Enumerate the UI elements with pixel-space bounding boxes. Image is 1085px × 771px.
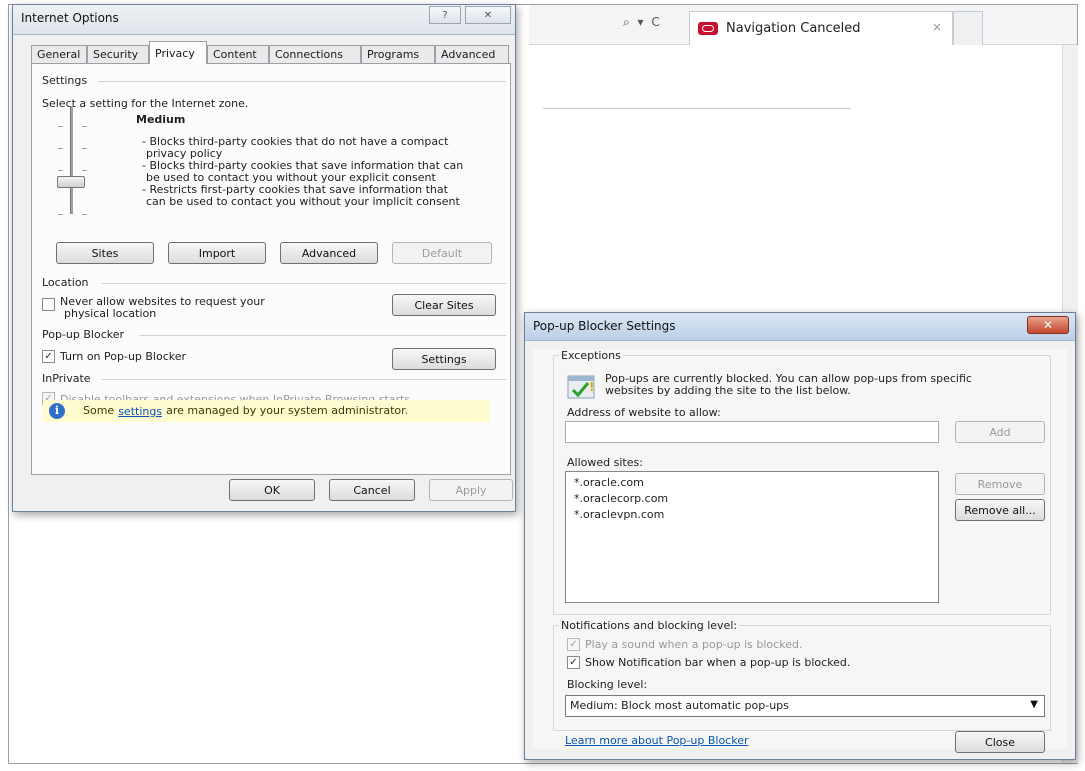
remove-button[interactable]: Remove (955, 473, 1045, 495)
tab-close-icon[interactable]: × (932, 20, 942, 34)
browser-tab[interactable]: Navigation Canceled × (689, 11, 953, 45)
location-divider (102, 283, 506, 284)
page-divider (543, 108, 851, 109)
privacy-slider-thumb[interactable] (57, 176, 85, 188)
tab-connections[interactable]: Connections (269, 45, 361, 63)
blocking-level-value: Medium: Block most automatic pop-ups (570, 699, 789, 712)
import-button[interactable]: Import (168, 242, 266, 264)
popup-blocker-checkbox[interactable]: ✓ (42, 350, 55, 363)
location-section-label: Location (42, 276, 89, 289)
chevron-down-icon: ▼ (1030, 699, 1038, 710)
privacy-level-name: Medium (136, 113, 186, 126)
tab-security[interactable]: Security (87, 45, 149, 63)
blocking-level-select[interactable]: Medium: Block most automatic pop-ups ▼ (565, 695, 1045, 717)
tab-privacy[interactable]: Privacy (149, 41, 207, 64)
close-icon[interactable]: ✕ (1027, 316, 1069, 334)
settings-link[interactable]: settings (118, 405, 162, 418)
slider-tick (58, 126, 63, 127)
allowed-sites-label: Allowed sites: (567, 456, 643, 469)
list-item[interactable]: *.oraclevpn.com (574, 508, 664, 521)
privacy-slider-track[interactable] (70, 106, 73, 214)
notifications-section-label: Notifications and blocking level: (559, 619, 740, 632)
tab-content[interactable]: Content (207, 45, 269, 63)
inprivate-section-label: InPrivate (42, 372, 91, 385)
address-label: Address of website to allow: (567, 406, 721, 419)
tab-advanced[interactable]: Advanced (435, 45, 509, 63)
show-notification-bar-label: Show Notification bar when a pop-up is b… (585, 656, 851, 669)
popup-blocker-dialog: Pop-up Blocker Settings ✕ Exceptions ! P… (524, 312, 1076, 760)
clear-sites-button[interactable]: Clear Sites (392, 294, 496, 316)
internet-options-titlebar[interactable]: Internet Options ? ✕ (13, 5, 515, 35)
slider-tick (82, 214, 87, 215)
internet-options-dialog: Internet Options ? ✕ General Security Pr… (12, 4, 516, 512)
info-text-suffix: are managed by your system administrator… (166, 404, 409, 417)
new-tab-button[interactable] (953, 11, 983, 45)
inprivate-divider (102, 379, 506, 380)
website-address-input[interactable] (565, 421, 939, 443)
slider-tick (82, 126, 87, 127)
remove-all-button[interactable]: Remove all... (955, 499, 1045, 521)
shield-warning-icon: ! (567, 375, 595, 399)
popup-blocker-checkbox-label: Turn on Pop-up Blocker (60, 350, 187, 363)
popup-blocker-titlebar[interactable]: Pop-up Blocker Settings ✕ (525, 313, 1075, 341)
allowed-sites-list[interactable]: *.oracle.com *.oraclecorp.com *.oraclevp… (565, 471, 939, 603)
ok-button[interactable]: OK (229, 479, 315, 501)
info-text-prefix: Some (83, 404, 115, 417)
play-sound-label: Play a sound when a pop-up is blocked. (585, 638, 803, 651)
advanced-button[interactable]: Advanced (280, 242, 378, 264)
help-button[interactable]: ? (429, 6, 461, 24)
learn-more-link[interactable]: Learn more about Pop-up Blocker (565, 735, 749, 747)
settings-section-label: Settings (42, 74, 88, 87)
slider-tick (82, 148, 87, 149)
play-sound-checkbox[interactable]: ✓ (567, 638, 580, 651)
oracle-favicon-icon (698, 22, 718, 35)
location-checkbox[interactable] (42, 298, 55, 311)
slider-tick (58, 170, 63, 171)
popup-divider (140, 335, 506, 336)
dialog-title: Internet Options (21, 11, 119, 25)
slider-tick (58, 148, 63, 149)
blocking-level-label: Blocking level: (567, 678, 648, 691)
popup-blocker-content: Exceptions ! Pop-ups are currently block… (533, 349, 1067, 749)
info-icon: i (49, 403, 65, 419)
list-item[interactable]: *.oraclecorp.com (574, 492, 668, 505)
show-notification-bar-checkbox[interactable]: ✓ (567, 656, 580, 669)
exceptions-description: websites by adding the site to the list … (605, 384, 851, 397)
browser-toolbar: ⌕ ▾ C Navigation Canceled × (529, 5, 1077, 45)
close-button[interactable]: Close (955, 731, 1045, 753)
privacy-level-line: can be used to contact you without your … (146, 195, 460, 208)
slider-tick (82, 170, 87, 171)
popup-settings-button[interactable]: Settings (392, 348, 496, 370)
tab-title: Navigation Canceled (726, 21, 861, 36)
location-checkbox-label: physical location (64, 307, 157, 320)
popup-dialog-title: Pop-up Blocker Settings (533, 319, 676, 333)
slider-tick (58, 214, 63, 215)
exceptions-section-label: Exceptions (559, 349, 623, 362)
admin-info-bar: i Some settings are managed by your syst… (43, 400, 490, 422)
tab-programs[interactable]: Programs (361, 45, 435, 63)
cancel-button[interactable]: Cancel (329, 479, 415, 501)
popup-section-label: Pop-up Blocker (42, 328, 125, 341)
default-button[interactable]: Default (392, 242, 492, 264)
add-button[interactable]: Add (955, 421, 1045, 443)
address-controls[interactable]: ⌕ ▾ C (623, 15, 662, 30)
settings-divider (98, 81, 506, 82)
list-item[interactable]: *.oracle.com (574, 476, 644, 489)
tab-general[interactable]: General (31, 45, 87, 63)
svg-text:!: ! (589, 380, 594, 394)
apply-button[interactable]: Apply (429, 479, 513, 501)
sites-button[interactable]: Sites (56, 242, 154, 264)
close-icon[interactable]: ✕ (465, 6, 511, 24)
